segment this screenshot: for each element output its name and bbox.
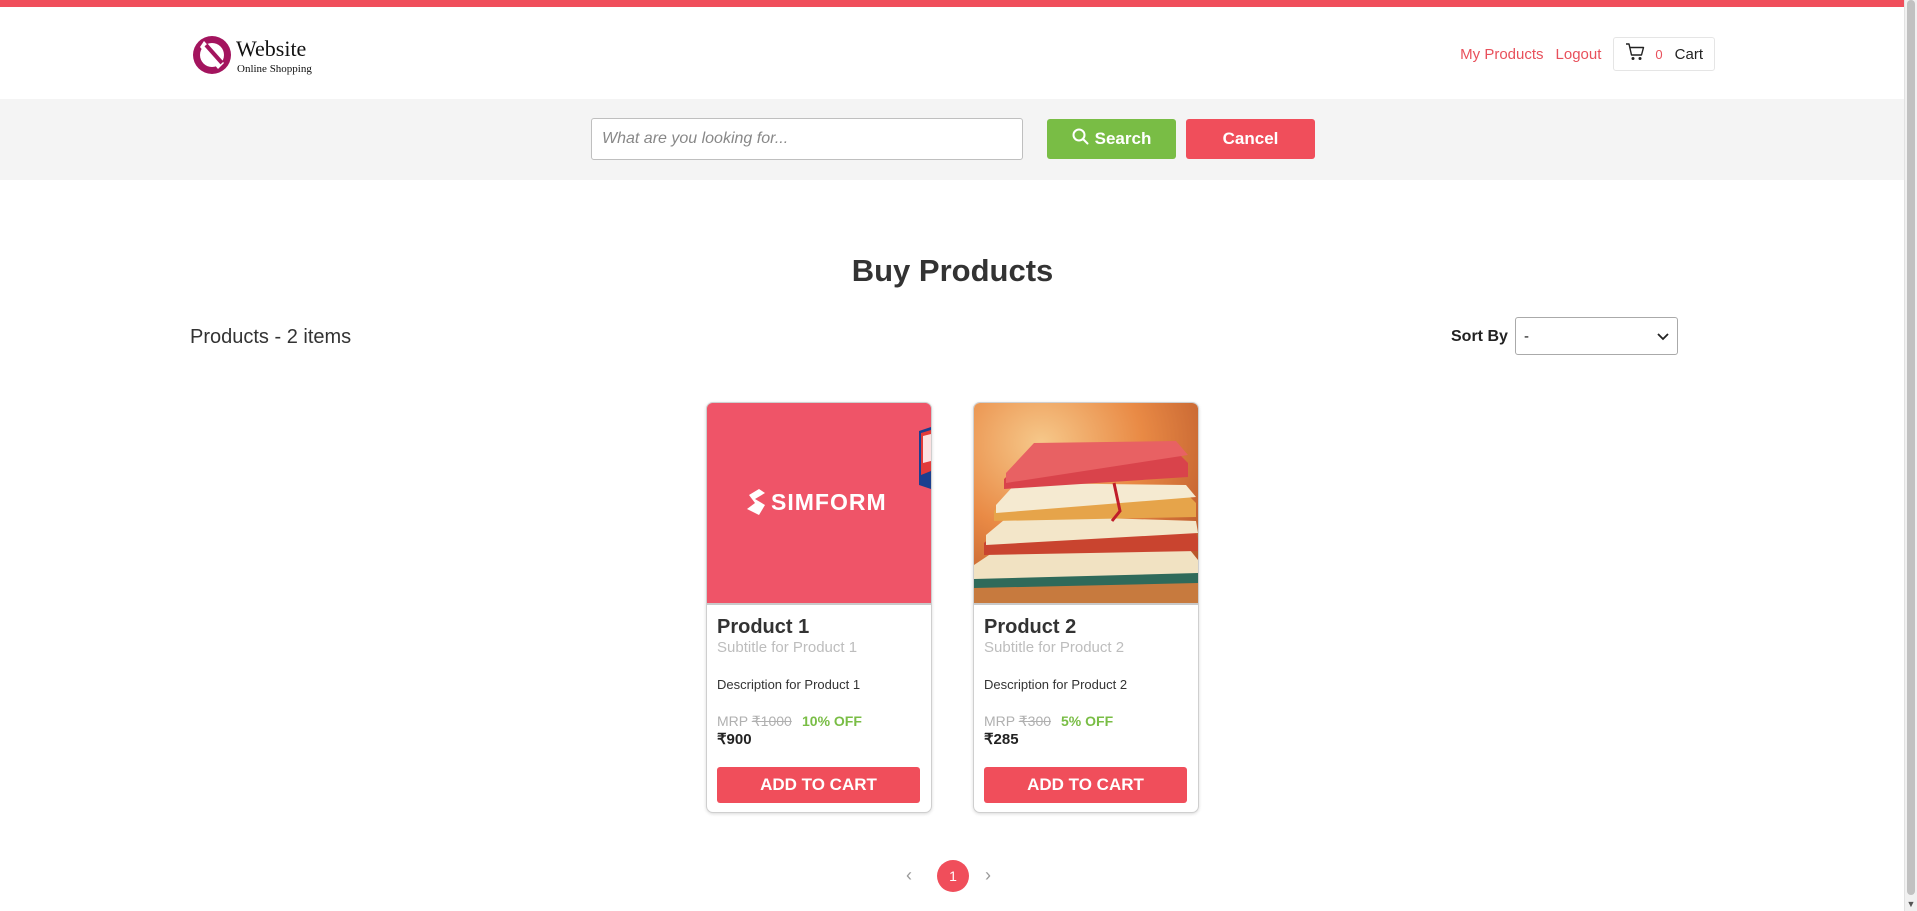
pagination: ‹ 1 › (0, 860, 1905, 892)
sort-select[interactable]: - (1515, 317, 1678, 355)
chevron-down-icon (1657, 328, 1669, 345)
nav-my-products-link[interactable]: My Products (1460, 46, 1543, 63)
product-name: Product 2 (984, 616, 1077, 638)
site-logo[interactable]: Website Online Shopping (190, 33, 340, 77)
cart-icon (1625, 42, 1645, 66)
page-title: Buy Products (851, 253, 1054, 288)
product-mrp: MRP ₹1000 (717, 713, 792, 730)
chevron-left-icon[interactable]: ‹ (906, 865, 912, 886)
cart-button[interactable]: 0 Cart (1613, 37, 1715, 71)
product-mrp: MRP ₹300 (984, 713, 1051, 730)
cart-count: 0 (1655, 46, 1663, 62)
cancel-button[interactable]: Cancel (1186, 119, 1315, 159)
product-price: ₹285 (984, 731, 1019, 748)
search-button-label: Search (1094, 129, 1152, 148)
cart-label: Cart (1674, 45, 1703, 63)
mrp-value: ₹1000 (751, 713, 792, 729)
search-button[interactable]: Search (1047, 119, 1176, 159)
mrp-prefix: MRP (717, 713, 748, 729)
mrp-prefix: MRP (984, 713, 1015, 729)
logo-name: Website (236, 36, 307, 61)
products-count-label: Products - 2 items (190, 326, 352, 348)
product-discount: 5% OFF (1061, 713, 1114, 729)
product-subtitle: Subtitle for Product 2 (984, 639, 1125, 656)
search-icon (1072, 128, 1089, 150)
nav-logout-link[interactable]: Logout (1556, 46, 1602, 63)
logo-mark-icon (193, 36, 231, 74)
logo-tagline: Online Shopping (237, 63, 312, 75)
top-accent-bar (0, 0, 1905, 7)
product-card[interactable]: Product 2 Subtitle for Product 2 Descrip… (973, 402, 1199, 813)
sort-selected-value: - (1524, 327, 1529, 345)
search-input[interactable] (591, 118, 1023, 160)
add-to-cart-button[interactable]: ADD TO CART (984, 767, 1187, 803)
site-header: Website Online Shopping My Products Logo… (0, 7, 1905, 99)
product-subtitle: Subtitle for Product 1 (717, 639, 858, 656)
product-description: Description for Product 2 (984, 677, 1128, 692)
product-image[interactable] (974, 403, 1198, 605)
product-description: Description for Product 1 (717, 677, 861, 692)
sort-by-label: Sort By (1451, 328, 1508, 345)
add-to-cart-button[interactable]: ADD TO CART (717, 767, 920, 803)
header-nav: My Products Logout 0 Cart (1460, 37, 1715, 71)
search-bar: Search Cancel (0, 99, 1905, 180)
product-image-text: SIMFORM (771, 489, 887, 515)
page-1-button[interactable]: 1 (937, 860, 969, 892)
page-scrollbar[interactable]: ▼ (1904, 0, 1917, 911)
product-image[interactable]: SIMFORM (707, 403, 931, 605)
chevron-right-icon[interactable]: › (985, 865, 991, 886)
mrp-value: ₹300 (1018, 713, 1052, 729)
product-discount: 10% OFF (802, 713, 862, 729)
scrollbar-thumb[interactable] (1907, 0, 1915, 895)
product-name: Product 1 (717, 616, 810, 638)
product-price: ₹900 (717, 731, 752, 748)
scroll-down-arrow-icon[interactable]: ▼ (1905, 897, 1917, 911)
product-card[interactable]: SIMFORM Product 1 Subtitle for Product 1… (706, 402, 932, 813)
